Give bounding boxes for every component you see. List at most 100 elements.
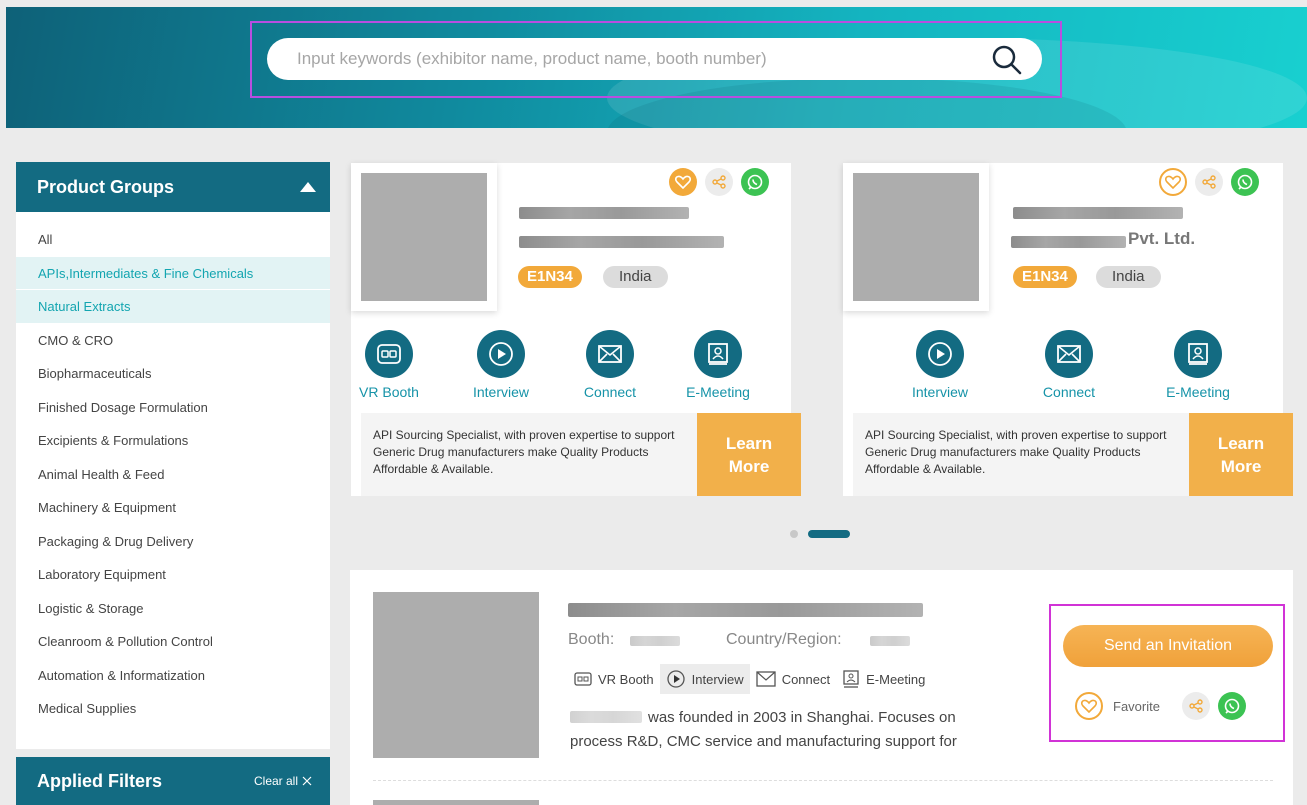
envelope-icon [756, 671, 776, 687]
product-group-item[interactable]: Animal Health & Feed [16, 458, 330, 492]
meeting-screen-icon [694, 330, 742, 378]
feature-label: VR Booth [598, 671, 654, 687]
product-group-item[interactable]: Finished Dosage Formulation [16, 391, 330, 425]
country-badge: India [1096, 266, 1161, 288]
list-divider [373, 780, 1273, 781]
interview-button[interactable]: Interview [890, 330, 990, 400]
collapse-caret-icon[interactable] [300, 182, 316, 192]
country-value-redacted [870, 636, 910, 646]
exhibitor-logo[interactable] [361, 173, 487, 301]
company-name-redacted [1013, 207, 1183, 219]
company-name-partial: Pvt. Ltd. [1128, 229, 1196, 248]
exhibitor-logo[interactable] [373, 592, 539, 758]
product-group-item[interactable]: CMO & CRO [16, 324, 330, 358]
feature-label: E-Meeting [1166, 384, 1230, 400]
product-group-item[interactable]: Logistic & Storage [16, 592, 330, 626]
featured-exhibitor-card: E1N34 India VR Booth Interview Connect E… [351, 163, 801, 496]
favorite-heart-icon[interactable] [669, 168, 697, 196]
whatsapp-icon[interactable] [1217, 692, 1246, 720]
carousel-dot[interactable] [790, 530, 798, 538]
connect-button[interactable]: Connect [560, 330, 660, 400]
product-group-item[interactable]: Packaging & Drug Delivery [16, 525, 330, 559]
product-group-item[interactable]: Automation & Informatization [16, 659, 330, 693]
card-action-icons [669, 168, 769, 196]
share-icon[interactable] [705, 168, 733, 196]
applied-filters-header: Applied Filters Clear all [16, 757, 330, 805]
play-icon [477, 330, 525, 378]
feature-label: Interview [911, 384, 969, 400]
share-icon[interactable] [1181, 692, 1210, 720]
clear-all-label: Clear all [253, 774, 298, 788]
search-icon[interactable] [990, 43, 1024, 77]
product-group-item[interactable]: Machinery & Equipment [16, 491, 330, 525]
product-group-item[interactable]: Laboratory Equipment [16, 558, 330, 592]
product-group-item[interactable]: Biopharmaceuticals [16, 357, 330, 391]
vr-headset-icon [574, 672, 592, 686]
product-groups-panel: Product Groups All APIs,Intermediates & F… [16, 162, 330, 749]
interview-link[interactable]: Interview [659, 664, 750, 694]
product-group-item[interactable]: APIs,Intermediates & Fine Chemicals [16, 256, 330, 290]
connect-button[interactable]: Connect [1019, 330, 1119, 400]
product-groups-list: All APIs,Intermediates & Fine Chemicals Na… [16, 212, 330, 726]
product-group-item[interactable]: Medical Supplies [16, 692, 330, 726]
e-meeting-button[interactable]: E-Meeting [1148, 330, 1248, 400]
whatsapp-icon[interactable] [1231, 168, 1259, 196]
company-name-redacted [519, 207, 689, 219]
carousel-dot-active[interactable] [808, 530, 850, 538]
feature-label: VR Booth [359, 384, 419, 400]
feature-label: Interview [472, 384, 530, 400]
card-action-icons [1159, 168, 1259, 196]
vr-booth-link[interactable]: VR Booth [568, 664, 660, 694]
listing-action-row: Favorite [1075, 692, 1246, 720]
vr-booth-button[interactable]: VR Booth [339, 330, 439, 400]
meeting-screen-icon [843, 670, 859, 688]
feature-label: Connect [1042, 384, 1096, 400]
vr-headset-icon [365, 330, 413, 378]
feature-label: Interview [691, 671, 744, 687]
product-group-item[interactable]: Cleanroom & Pollution Control [16, 625, 330, 659]
applied-filters-title: Applied Filters [37, 770, 163, 791]
envelope-icon [1045, 330, 1093, 378]
clear-all-button[interactable]: Clear all [254, 774, 312, 788]
meeting-screen-icon [1174, 330, 1222, 378]
product-group-item[interactable]: Natural Extracts [16, 290, 330, 324]
company-name-redacted [1011, 236, 1126, 248]
play-icon [916, 330, 964, 378]
share-icon[interactable] [1195, 168, 1223, 196]
send-invitation-button[interactable]: Send an Invitation [1063, 625, 1273, 667]
favorite-label[interactable]: Favorite [1113, 699, 1160, 714]
favorite-heart-icon[interactable] [1159, 168, 1187, 196]
featured-exhibitor-card: Pvt. Ltd. E1N34 India Interview Connect … [843, 163, 1293, 496]
product-group-item[interactable]: All [16, 223, 330, 257]
product-groups-header[interactable]: Product Groups [16, 162, 330, 212]
company-name-redacted [568, 603, 923, 617]
interview-button[interactable]: Interview [451, 330, 551, 400]
exhibitor-logo-frame [351, 163, 497, 311]
description-text: was founded in 2003 in Shanghai. Focuses… [570, 709, 957, 750]
feature-label: E-Meeting [686, 384, 750, 400]
favorite-heart-icon[interactable] [1075, 692, 1103, 720]
connect-link[interactable]: Connect [750, 664, 836, 694]
exhibitor-logo-frame [843, 163, 989, 311]
product-group-item[interactable]: Excipients & Formulations [16, 424, 330, 458]
search-bar [267, 38, 1042, 80]
feature-label: Connect [781, 671, 831, 687]
whatsapp-icon[interactable] [741, 168, 769, 196]
e-meeting-link[interactable]: E-Meeting [836, 664, 931, 694]
feature-label: E-Meeting [866, 671, 926, 687]
learn-more-button[interactable]: Learn More [697, 413, 801, 496]
exhibitor-description: was founded in 2003 in Shanghai. Focuses… [570, 706, 1010, 754]
product-groups-title: Product Groups [37, 176, 175, 197]
close-icon [302, 776, 312, 786]
exhibitor-description: API Sourcing Specialist, with proven exp… [361, 413, 697, 496]
booth-value-redacted [630, 636, 680, 646]
country-badge: India [603, 266, 668, 288]
exhibitor-description: API Sourcing Specialist, with proven exp… [853, 413, 1189, 496]
booth-label: Booth: [568, 631, 615, 648]
envelope-icon [586, 330, 634, 378]
learn-more-button[interactable]: Learn More [1189, 413, 1293, 496]
e-meeting-button[interactable]: E-Meeting [668, 330, 768, 400]
exhibitor-logo[interactable] [853, 173, 979, 301]
search-input[interactable] [297, 38, 977, 80]
country-label: Country/Region: [726, 631, 842, 648]
